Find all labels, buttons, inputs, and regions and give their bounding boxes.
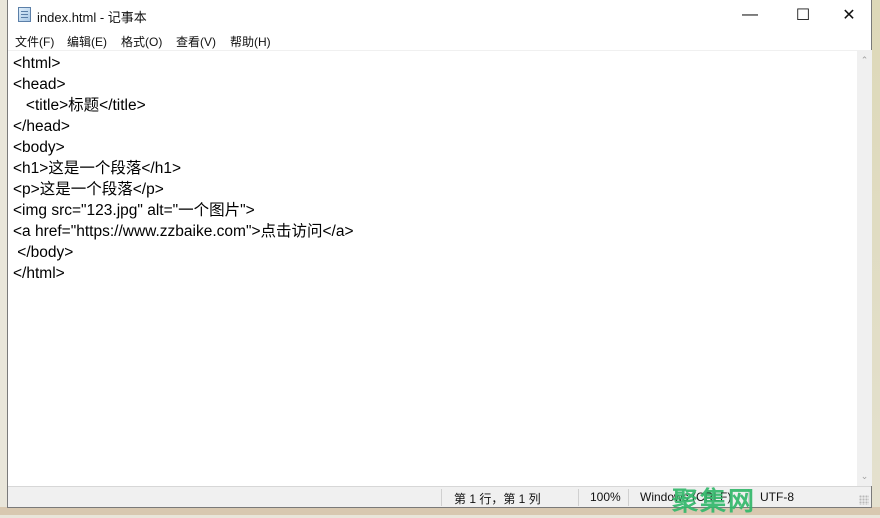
window-title: index.html - 记事本 [37,10,147,25]
editor-content[interactable]: <html> <head> <title>标题</title> </head> <bo… [13,53,354,284]
notepad-window: index.html - 记事本 — ☐ ✕ 文件(F) 编辑(E) 格式(O)… [7,0,872,508]
editor-line[interactable]: <img src="123.jpg" alt="一个图片"> [13,200,354,221]
notepad-icon [18,7,31,22]
editor-line[interactable]: <p>这是一个段落</p> [13,179,354,200]
text-editor[interactable]: <html> <head> <title>标题</title> </head> <bo… [8,50,857,486]
menu-bar: 文件(F) 编辑(E) 格式(O) 查看(V) 帮助(H) [8,30,871,50]
status-separator [578,489,579,506]
editor-line[interactable]: </head> [13,116,354,137]
scroll-up-icon[interactable]: ⌃ [857,52,872,68]
watermark-logo: 聚集网 [672,486,757,516]
menu-view[interactable]: 查看(V) [176,33,216,50]
editor-line[interactable]: </html> [13,263,354,284]
maximize-button[interactable]: ☐ [780,0,826,30]
cursor-position: 第 1 行，第 1 列 [454,492,541,506]
minimize-button[interactable]: — [727,0,773,30]
scroll-down-icon[interactable]: ⌄ [857,468,872,484]
encoding: UTF-8 [760,490,794,504]
editor-line[interactable]: <a href="https://www.zzbaike.com">点击访问</… [13,221,354,242]
editor-line[interactable]: <head> [13,74,354,95]
status-separator [441,489,442,506]
vertical-scrollbar[interactable]: ⌃ ⌄ [857,50,872,486]
editor-line[interactable]: <title>标题</title> [13,95,354,116]
editor-line[interactable]: <h1>这是一个段落</h1> [13,158,354,179]
menu-edit[interactable]: 编辑(E) [67,33,107,50]
menu-file[interactable]: 文件(F) [15,33,54,50]
zoom-level: 100% [590,490,621,504]
editor-line[interactable]: <body> [13,137,354,158]
editor-line[interactable]: <html> [13,53,354,74]
resize-grip-icon[interactable] [859,495,869,505]
editor-line[interactable]: </body> [13,242,354,263]
title-bar[interactable]: index.html - 记事本 — ☐ ✕ [8,0,871,30]
close-button[interactable]: ✕ [826,0,872,30]
menu-format[interactable]: 格式(O) [121,33,162,50]
status-separator [628,489,629,506]
menu-help[interactable]: 帮助(H) [230,33,271,50]
